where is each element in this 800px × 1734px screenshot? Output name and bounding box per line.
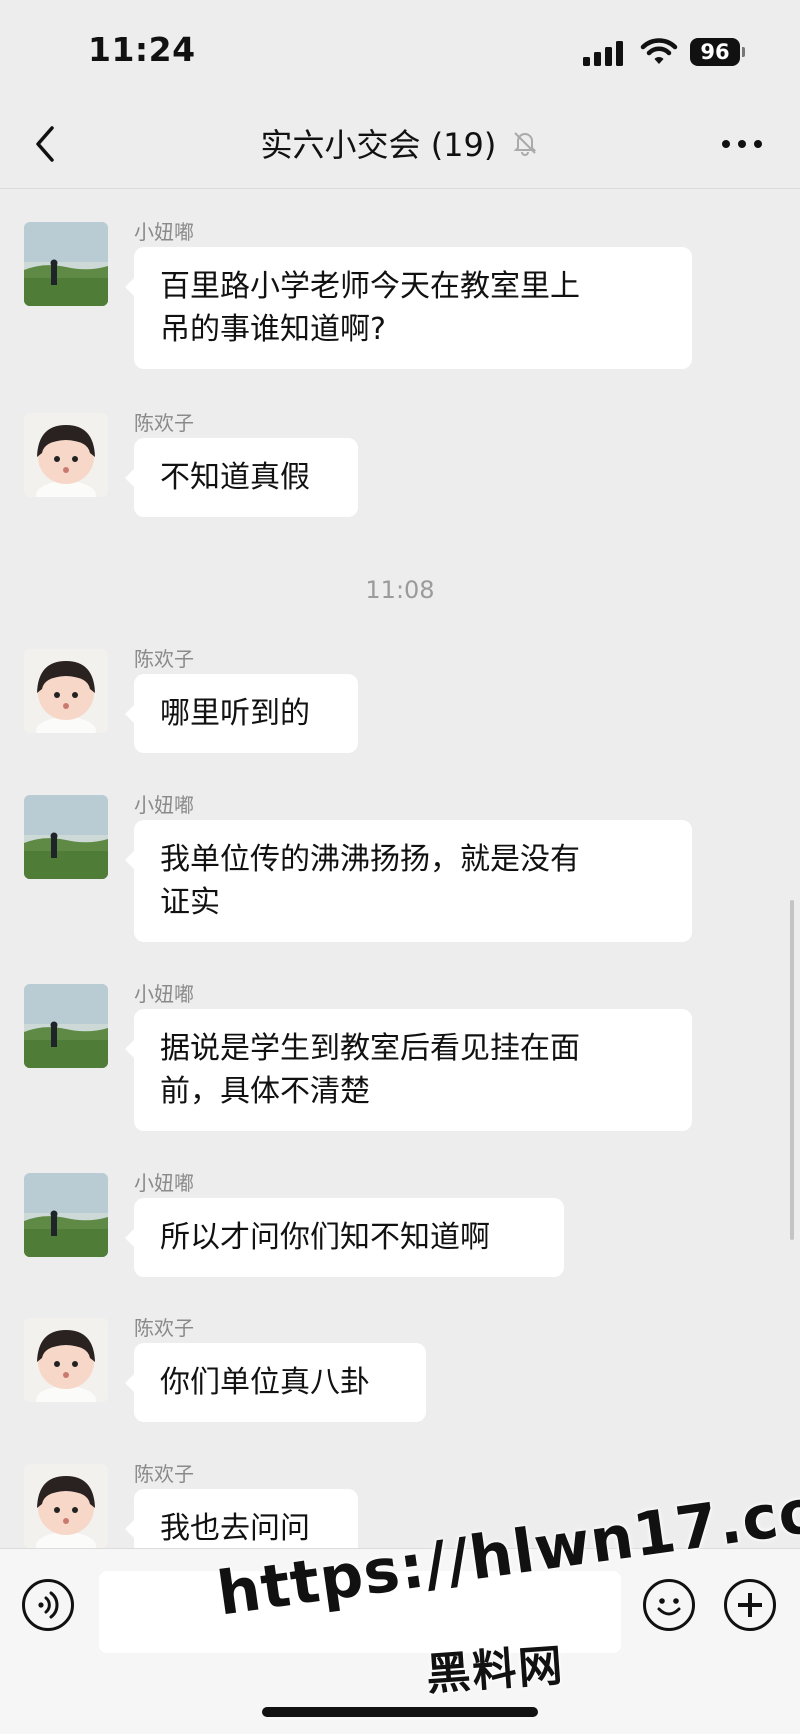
wifi-icon [640,38,678,64]
message-text-line: 百里路小学老师今天在教室里上 [160,269,580,304]
message-bubble[interactable]: 据说是学生到教室后看见挂在面 前，具体不清楚 [125,1009,692,1131]
child-avatar[interactable] [24,1464,108,1548]
message-text-line: 吊的事谁知道啊? [160,312,386,347]
chat-header: 实六小交会 (19) [0,100,800,189]
landscape-avatar[interactable] [24,984,108,1068]
scrollbar[interactable] [790,900,794,1240]
message-bubble[interactable]: 百里路小学老师今天在教室里上 吊的事谁知道啊? [125,247,692,369]
message-text-line: 不知道真假 [160,460,310,495]
status-bar: 11:24 96 [0,0,800,100]
landscape-avatar[interactable] [24,795,108,879]
muted-bell-icon [514,132,537,156]
child-avatar[interactable] [24,649,108,733]
sender-name: 陈欢子 [134,647,194,671]
message-bubble[interactable]: 所以才问你们知不知道啊 [125,1198,564,1277]
home-indicator [262,1707,538,1717]
cellular-signal-icon [583,40,627,66]
child-avatar[interactable] [24,413,108,497]
sender-name: 小妞嘟 [134,982,194,1006]
message-bubble[interactable]: 不知道真假 [125,438,358,517]
message-text-line: 你们单位真八卦 [160,1365,370,1400]
emoji-icon[interactable] [643,1579,695,1631]
watermark-text: 黑料网 [424,1640,566,1701]
chat-title: 实六小交会 (19) [260,126,497,164]
voice-icon[interactable] [22,1579,74,1631]
landscape-avatar[interactable] [24,1173,108,1257]
message-text-line: 哪里听到的 [160,696,310,731]
message-text-line: 证实 [160,885,220,920]
message-text-line: 所以才问你们知不知道啊 [160,1220,490,1255]
child-avatar[interactable] [24,1318,108,1402]
message-text-line: 我也去问问 [160,1511,310,1546]
plus-icon[interactable] [724,1579,776,1631]
sender-name: 陈欢子 [134,411,194,435]
message-bubble[interactable]: 我单位传的沸沸扬扬，就是没有 证实 [125,820,692,942]
sender-name: 小妞嘟 [134,220,194,244]
battery-indicator: 96 [690,38,745,66]
more-options-icon[interactable] [722,140,764,150]
message-bubble[interactable]: 你们单位真八卦 [125,1343,426,1422]
sender-name: 陈欢子 [134,1316,194,1340]
landscape-avatar[interactable] [24,222,108,306]
message-text-line: 前，具体不清楚 [160,1074,370,1109]
message-text-line: 我单位传的沸沸扬扬，就是没有 [160,842,580,877]
sender-name: 小妞嘟 [134,1171,194,1195]
chat-timestamp: 11:08 [365,576,435,604]
sender-name: 小妞嘟 [134,793,194,817]
message-bubble[interactable]: 哪里听到的 [125,674,358,753]
message-text-line: 据说是学生到教室后看见挂在面 [160,1031,580,1066]
sender-name: 陈欢子 [134,1462,194,1486]
status-time: 11:24 [88,30,196,69]
